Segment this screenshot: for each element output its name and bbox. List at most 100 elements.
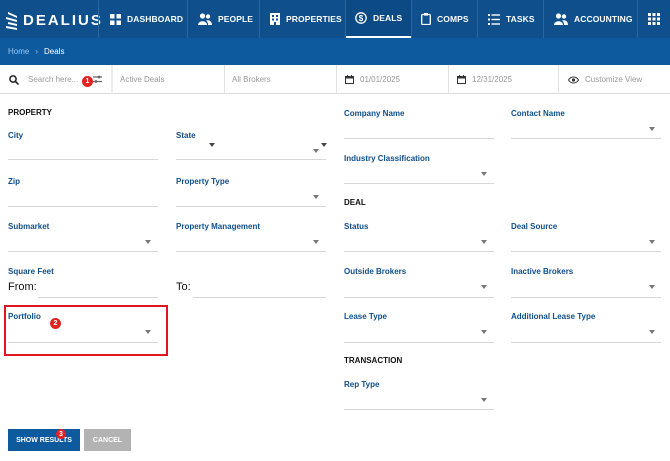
deal-source-label: Deal Source (511, 222, 558, 231)
sqft-from-input[interactable] (38, 297, 158, 298)
company-name-label: Company Name (344, 109, 405, 118)
property-type-select[interactable] (176, 206, 326, 207)
date-from-value: 01/01/2025 (360, 75, 401, 84)
people-icon (554, 13, 568, 25)
status-select[interactable] (344, 251, 494, 252)
eye-icon (568, 76, 579, 83)
lease-type-select[interactable] (344, 342, 494, 343)
portfolio-label: Portfolio (8, 312, 41, 321)
industry-classification-select[interactable] (344, 183, 494, 184)
dealius-logo[interactable]: DEALIUS (5, 10, 103, 30)
sqft-to-label: To: (176, 281, 191, 293)
date-to-value: 12/31/2025 (472, 75, 513, 84)
company-name-input[interactable] (344, 138, 494, 139)
grid-icon (110, 13, 121, 25)
chevron-down-icon (649, 285, 655, 289)
deal-status-select[interactable]: Active Deals (120, 65, 216, 94)
search-input[interactable]: Search here... (28, 75, 78, 84)
filter-toggle[interactable] (93, 65, 102, 94)
additional-lease-type-label: Additional Lease Type (511, 312, 596, 321)
svg-text:$: $ (359, 14, 364, 23)
submarket-label: Submarket (8, 222, 50, 231)
state-select[interactable] (176, 159, 326, 160)
nav-deals[interactable]: $ DEALS (346, 0, 411, 38)
dollar-icon: $ (355, 12, 367, 24)
annotation-badge-1: 1 (82, 76, 93, 87)
deal-heading: DEAL (344, 198, 366, 207)
industry-classification-label: Industry Classification (344, 154, 430, 163)
nav-deals-label: DEALS (373, 13, 403, 23)
zip-input[interactable] (8, 206, 158, 207)
nav-dashboard-label: DASHBOARD (127, 14, 184, 24)
chevron-down-icon (649, 240, 655, 244)
nav-accounting-label: ACCOUNTING (574, 14, 633, 24)
chevron-down-icon (649, 127, 655, 131)
square-feet-label: Square Feet (8, 267, 54, 276)
rep-type-select[interactable] (344, 409, 494, 410)
nav-tasks[interactable]: TASKS (488, 0, 535, 38)
contact-name-label: Contact Name (511, 109, 565, 118)
search-icon (9, 74, 19, 85)
city-input[interactable] (8, 159, 158, 160)
search-box[interactable]: Search here... (9, 65, 78, 94)
date-to-field[interactable]: 12/31/2025 (457, 65, 512, 94)
nav-properties-label: PROPERTIES (286, 14, 342, 24)
chevron-down-icon (209, 143, 215, 147)
contact-name-select[interactable] (511, 138, 661, 139)
sqft-to-input[interactable] (193, 297, 326, 298)
inactive-brokers-select[interactable] (511, 297, 661, 298)
nav-comps-label: COMPS (437, 14, 469, 24)
calendar-icon (345, 75, 354, 84)
sliders-icon (93, 75, 102, 83)
portfolio-select[interactable] (8, 342, 158, 343)
clipboard-icon (421, 13, 431, 25)
nav-comps[interactable]: COMPS (421, 0, 469, 38)
building-icon (270, 13, 280, 25)
show-results-button[interactable]: SHOW RESULTS (8, 429, 80, 451)
nav-accounting[interactable]: ACCOUNTING (554, 0, 633, 38)
annotation-badge-3: 3 (56, 429, 66, 439)
annotation-badge-2: 2 (50, 318, 61, 329)
apps-grid-icon (648, 13, 660, 25)
inactive-brokers-label: Inactive Brokers (511, 267, 574, 276)
brokers-select[interactable]: All Brokers (232, 65, 328, 94)
cancel-button[interactable]: CANCEL (84, 429, 131, 451)
nav-properties[interactable]: PROPERTIES (270, 0, 342, 38)
breadcrumb: Home › Deals (0, 38, 670, 65)
breadcrumb-home[interactable]: Home (8, 47, 29, 56)
chevron-down-icon (313, 149, 319, 153)
chevron-down-icon (313, 240, 319, 244)
customize-view-label: Customize View (585, 75, 643, 84)
outside-brokers-label: Outside Brokers (344, 267, 407, 276)
brand-name: DEALIUS (23, 11, 103, 29)
customize-view-button[interactable]: Customize View (568, 65, 642, 94)
dealius-logo-icon (6, 12, 17, 30)
submarket-select[interactable] (8, 251, 158, 252)
outside-brokers-select[interactable] (344, 297, 494, 298)
transaction-heading: TRANSACTION (344, 356, 403, 365)
state-label: State (176, 131, 196, 140)
nav-people-label: PEOPLE (218, 14, 254, 24)
lease-type-label: Lease Type (344, 312, 387, 321)
additional-lease-type-select[interactable] (511, 342, 661, 343)
breadcrumb-separator: › (35, 47, 39, 56)
status-label: Status (344, 222, 369, 231)
date-from-field[interactable]: 01/01/2025 (345, 65, 400, 94)
chevron-down-icon (145, 330, 151, 334)
property-heading: PROPERTY (8, 108, 53, 117)
apps-menu[interactable] (648, 0, 666, 38)
chevron-down-icon (649, 330, 655, 334)
property-management-select[interactable] (176, 251, 326, 252)
nav-people[interactable]: PEOPLE (198, 0, 253, 38)
filter-bar: Search here... 1 Active Deals All Broker… (0, 65, 670, 147)
deal-status-value: Active Deals (120, 75, 165, 84)
deal-source-select[interactable] (511, 251, 661, 252)
chevron-down-icon (145, 240, 151, 244)
people-icon (198, 13, 212, 25)
property-type-label: Property Type (176, 177, 230, 186)
rep-type-label: Rep Type (344, 380, 380, 389)
property-management-label: Property Management (176, 222, 261, 231)
nav-dashboard[interactable]: DASHBOARD (110, 0, 183, 38)
chevron-down-icon (481, 285, 487, 289)
breadcrumb-current: Deals (44, 47, 65, 56)
